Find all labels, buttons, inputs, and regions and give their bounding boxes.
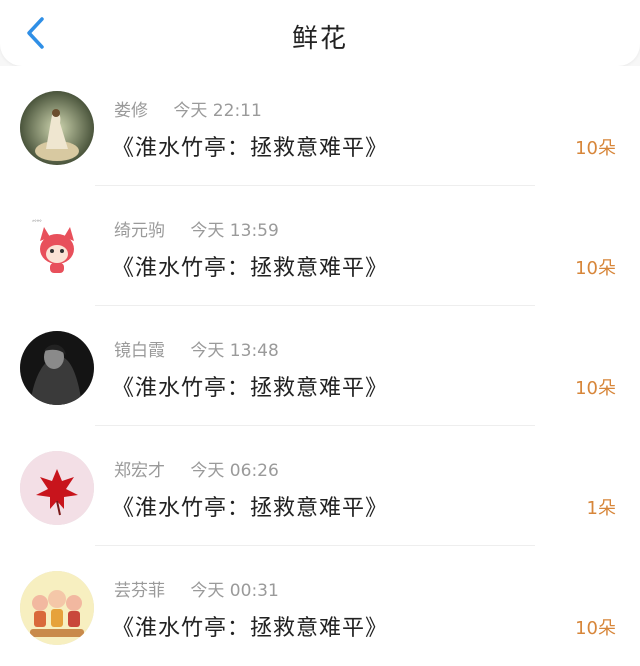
timestamp: 今天 13:59 [190, 221, 279, 241]
avatar[interactable]: 。。。。。。。。 [20, 211, 94, 285]
avatar[interactable] [20, 571, 94, 645]
item-message: 《淮水竹亭：拯救意难平》 [112, 376, 389, 401]
flower-count: 10朵 [575, 618, 616, 639]
page-title: 鲜花 [291, 24, 348, 54]
item-message: 《淮水竹亭：拯救意难平》 [112, 256, 389, 281]
list-item[interactable]: 镜白霞 今天 13:48 《淮水竹亭：拯救意难平》 10朵 [0, 306, 640, 426]
item-meta: 绮元驹 今天 13:59 [114, 216, 279, 241]
item-meta: 芸芬菲 今天 00:31 [114, 576, 279, 601]
timestamp: 今天 13:48 [190, 341, 279, 361]
sender-name: 郑宏才 [114, 461, 165, 481]
header-bar: 鲜花 [0, 0, 640, 66]
sender-name: 芸芬菲 [114, 581, 165, 601]
flower-count: 10朵 [575, 138, 616, 159]
list-item[interactable]: 郑宏才 今天 06:26 《淮水竹亭：拯救意难平》 1朵 [0, 426, 640, 546]
timestamp: 今天 00:31 [190, 581, 279, 601]
list-item[interactable]: 娄修 今天 22:11 《淮水竹亭：拯救意难平》 10朵 [0, 66, 640, 186]
flower-count: 1朵 [586, 498, 616, 519]
item-message: 《淮水竹亭：拯救意难平》 [112, 616, 389, 641]
item-meta: 郑宏才 今天 06:26 [114, 456, 279, 481]
item-meta: 娄修 今天 22:11 [114, 96, 262, 121]
flower-list: 娄修 今天 22:11 《淮水竹亭：拯救意难平》 10朵 。。。。。。。。 绮元… [0, 66, 640, 666]
flower-count: 10朵 [575, 378, 616, 399]
sender-name: 镜白霞 [114, 341, 165, 361]
timestamp: 今天 06:26 [190, 461, 279, 481]
item-meta: 镜白霞 今天 13:48 [114, 336, 279, 361]
timestamp: 今天 22:11 [173, 101, 262, 121]
list-item[interactable]: 芸芬菲 今天 00:31 《淮水竹亭：拯救意难平》 10朵 [0, 546, 640, 666]
sender-name: 绮元驹 [114, 221, 165, 241]
item-message: 《淮水竹亭：拯救意难平》 [112, 496, 389, 521]
avatar[interactable] [20, 451, 94, 525]
avatar[interactable] [20, 91, 94, 165]
list-item[interactable]: 。。。。。。。。 绮元驹 今天 13:59 《淮水竹亭：拯救意难平》 10朵 [0, 186, 640, 306]
avatar[interactable] [20, 331, 94, 405]
item-message: 《淮水竹亭：拯救意难平》 [112, 136, 389, 161]
flower-count: 10朵 [575, 258, 616, 279]
sender-name: 娄修 [114, 101, 148, 121]
svg-text:。。。。。。。。: 。。。。。。。。 [22, 217, 45, 223]
